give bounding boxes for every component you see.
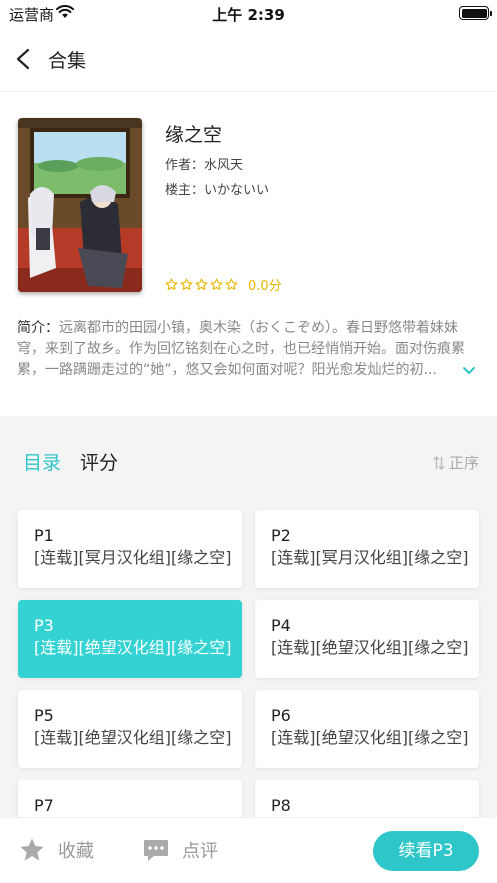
sort-label: 正序 [448,454,479,472]
review-label: 点评 [182,841,218,862]
episode-number: P8 [271,796,291,815]
poster-label: 楼主：いかないい [165,183,270,198]
book-info-panel: 缘之空 作者：水风天 楼主：いかないい 0.0分 简介：远离都市的田园小镇，奥木… [0,92,497,416]
comment-icon [144,840,168,861]
star-icon [20,838,44,861]
score-label: 0.0分 [248,279,282,294]
expand-intro-button[interactable] [461,362,477,374]
episode-number: P7 [34,796,54,815]
author-label: 作者：水风天 [165,158,244,173]
star-icon [210,278,223,290]
favorite-label: 收藏 [58,841,94,862]
status-time: 上午 2:39 [212,6,285,24]
star-icon [225,278,238,290]
star-icon [180,278,193,290]
favorite-button[interactable]: 收藏 [18,836,94,864]
sort-order-button[interactable]: 正序 [433,452,479,473]
episode-title: [连载][绝望汉化组][缘之空] [271,638,469,657]
intro-text: 简介：远离都市的田园小镇，奥木染（おくこぞめ）。春日野悠带着妹妹穹，来到了故乡。… [17,318,477,381]
review-button[interactable]: 点评 [142,836,218,864]
sort-icon [433,455,445,470]
episode-title: [连载][绝望汉化组][缘之空] [34,728,232,747]
episode-number: P6 [271,706,291,725]
episode-card[interactable]: P5 [连载][绝望汉化组][缘之空] [18,690,242,768]
episode-title: [连载][绝望汉化组][缘之空] [271,728,469,747]
episode-number: P4 [271,616,291,635]
tab-rating[interactable]: 评分 [80,448,118,475]
episode-number: P1 [34,526,54,545]
episode-card[interactable]: P6 [连载][绝望汉化组][缘之空] [255,690,479,768]
episode-title: [连载][冥月汉化组][缘之空] [271,548,469,567]
episode-card[interactable]: P2 [连载][冥月汉化组][缘之空] [255,510,479,588]
tabs-bar: 目录 评分 正序 [0,434,497,486]
status-bar: 运营商 上午 2:39 [0,0,497,26]
bottom-action-bar: 收藏 点评 续看P3 [0,817,497,883]
continue-reading-button[interactable]: 续看P3 [373,831,479,871]
back-button[interactable] [10,44,38,74]
intro-label: 简介： [17,320,59,336]
cover-image[interactable] [18,118,142,292]
episode-card[interactable]: P1 [连载][冥月汉化组][缘之空] [18,510,242,588]
episode-title: [连载][绝望汉化组][缘之空] [34,638,232,657]
chevron-left-icon [16,48,30,70]
nav-bar: 合集 [0,26,497,92]
episode-number: P2 [271,526,291,545]
book-title: 缘之空 [165,124,223,146]
chevron-down-icon [463,367,475,374]
episode-number: P5 [34,706,54,725]
episode-card[interactable]: P4 [连载][绝望汉化组][缘之空] [255,600,479,678]
episode-card-selected[interactable]: P3 [连载][绝望汉化组][缘之空] [18,600,242,678]
tab-catalog[interactable]: 目录 [23,448,61,475]
page-title: 合集 [48,50,87,72]
rating-row: 0.0分 [165,275,282,294]
intro-body: 远离都市的田园小镇，奥木染（おくこぞめ）。春日野悠带着妹妹穹，来到了故乡。作为回… [17,320,465,378]
episode-title: [连载][冥月汉化组][缘之空] [34,548,232,567]
star-icon [165,278,178,290]
episode-number: P3 [34,616,54,635]
battery-icon [459,6,492,20]
star-icon [195,278,208,290]
